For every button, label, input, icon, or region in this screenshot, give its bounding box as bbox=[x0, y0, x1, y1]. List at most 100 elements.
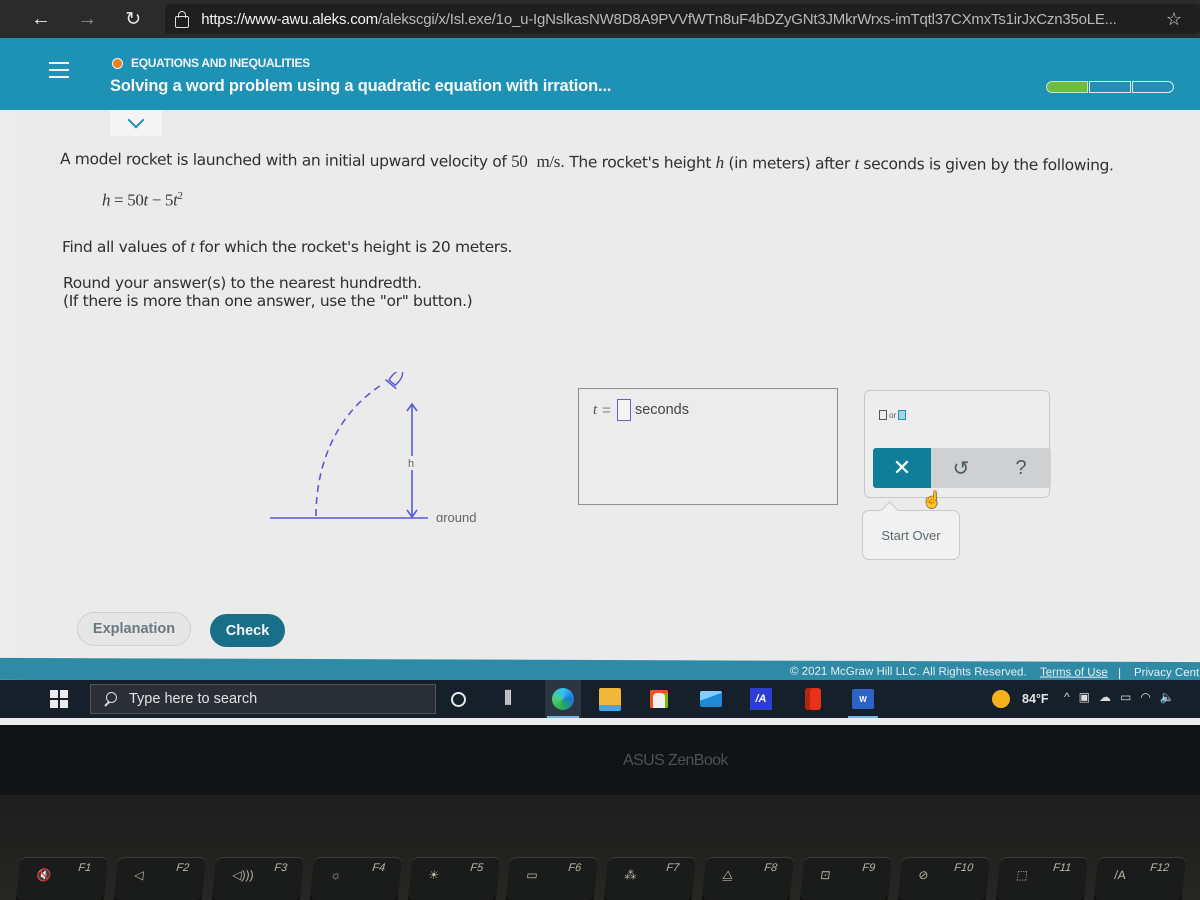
favorite-star-icon[interactable]: ☆ bbox=[1166, 9, 1182, 30]
function-key-label: F7 bbox=[665, 862, 680, 874]
progress-segment bbox=[1089, 81, 1131, 93]
function-key-glyph-icon: ▭ bbox=[525, 868, 539, 882]
office-icon[interactable] bbox=[800, 686, 826, 712]
or-button[interactable]: or bbox=[879, 410, 907, 420]
function-key-f2[interactable]: ◁ F2 bbox=[113, 858, 207, 900]
ground-label: ground bbox=[436, 510, 476, 522]
microsoft-store-icon[interactable] bbox=[646, 686, 672, 712]
aleks-header: EQUATIONS AND INEQUALITIES Solving a wor… bbox=[0, 38, 1200, 110]
app-launcher-icon[interactable] bbox=[748, 686, 774, 712]
question-panel: A model rocket is launched with an initi… bbox=[18, 110, 1200, 660]
function-key-f11[interactable]: ⬚ F11 bbox=[995, 858, 1089, 900]
trajectory-path bbox=[315, 383, 384, 517]
cortana-icon[interactable] bbox=[445, 686, 471, 712]
clear-button[interactable]: ✕ bbox=[873, 448, 931, 488]
windows-start-icon[interactable] bbox=[50, 690, 68, 708]
onedrive-icon[interactable]: ☁ bbox=[1099, 690, 1111, 704]
function-key-glyph-icon: 🔇 bbox=[35, 868, 53, 882]
terms-of-use-link[interactable]: Terms of Use bbox=[1040, 667, 1108, 679]
collapse-chevron-icon[interactable] bbox=[110, 110, 162, 136]
function-key-label: F4 bbox=[371, 862, 386, 874]
rounding-instruction: Round your answer(s) to the nearest hund… bbox=[63, 274, 422, 292]
function-key-f3[interactable]: ◁))) F3 bbox=[211, 858, 305, 900]
footer-separator: | bbox=[1118, 665, 1122, 680]
topic-title: Solving a word problem using a quadratic… bbox=[110, 77, 612, 95]
start-over-tooltip: Start Over bbox=[862, 510, 960, 560]
windows-taskbar: Type here to search ⫼ 84°F ^ ▣ ☁ ▭ ◠ 🔈 bbox=[0, 680, 1200, 718]
or-box-right-icon bbox=[898, 410, 907, 420]
refresh-icon[interactable]: ↻ bbox=[119, 4, 147, 34]
tray-meet-icon[interactable]: ▣ bbox=[1079, 690, 1090, 704]
rocket-icon bbox=[385, 372, 404, 390]
or-instruction: (If there is more than one answer, use t… bbox=[63, 292, 473, 310]
question-task: Find all values of t for which the rocke… bbox=[62, 237, 513, 256]
function-key-f7[interactable]: ⁂ F7 bbox=[603, 858, 697, 900]
function-key-glyph-icon: ☼ bbox=[329, 868, 343, 882]
function-key-glyph-icon: ⊘ bbox=[917, 868, 930, 882]
function-key-f5[interactable]: ☀ F5 bbox=[407, 858, 501, 900]
answer-area: t = seconds bbox=[578, 388, 838, 505]
forward-arrow-icon[interactable]: → bbox=[73, 4, 101, 34]
rocket-diagram: h ground bbox=[270, 372, 476, 522]
volume-icon[interactable]: 🔈 bbox=[1160, 690, 1175, 704]
action-buttons: ✕ ↺ ? bbox=[873, 448, 1051, 488]
edge-browser-icon[interactable] bbox=[545, 680, 581, 718]
help-button[interactable]: ? bbox=[991, 448, 1051, 488]
function-key-glyph-icon: ◁))) bbox=[231, 868, 255, 882]
function-key-f4[interactable]: ☼ F4 bbox=[309, 858, 403, 900]
battery-icon[interactable]: ▭ bbox=[1120, 690, 1131, 704]
address-bar[interactable]: https://www-awu.aleks.com /alekscgi/x/Is… bbox=[165, 4, 1200, 34]
topic-progress-bar bbox=[1046, 81, 1174, 93]
function-key-glyph-icon: ⬚ bbox=[1015, 868, 1029, 882]
function-key-label: F8 bbox=[763, 862, 778, 874]
check-button[interactable]: Check bbox=[210, 614, 285, 647]
weather-temperature[interactable]: 84°F bbox=[1022, 692, 1049, 706]
topic-status-dot bbox=[112, 58, 123, 69]
copyright-text: © 2021 McGraw Hill LLC. All Rights Reser… bbox=[790, 665, 1027, 679]
mail-icon[interactable] bbox=[698, 686, 724, 712]
function-key-glyph-icon: ☀ bbox=[427, 868, 440, 882]
question-prompt: A model rocket is launched with an initi… bbox=[59, 150, 1114, 175]
tray-chevron-icon[interactable]: ^ bbox=[1064, 690, 1070, 704]
explanation-button[interactable]: Explanation bbox=[77, 612, 191, 646]
weather-sun-icon[interactable] bbox=[992, 690, 1010, 708]
browser-toolbar: ← → ↻ https://www-awu.aleks.com /alekscg… bbox=[0, 0, 1200, 38]
function-key-label: F9 bbox=[861, 862, 876, 874]
height-label: h bbox=[408, 458, 414, 470]
undo-button[interactable]: ↺ bbox=[931, 448, 991, 488]
function-key-glyph-icon: ◁ bbox=[133, 868, 145, 882]
function-key-f9[interactable]: ⊡ F9 bbox=[799, 858, 893, 900]
function-key-label: F12 bbox=[1149, 862, 1170, 874]
function-key-f6[interactable]: ▭ F6 bbox=[505, 858, 599, 900]
taskbar-search-box[interactable]: Type here to search bbox=[90, 684, 436, 714]
function-key-label: F5 bbox=[469, 862, 484, 874]
file-explorer-icon[interactable] bbox=[597, 686, 623, 712]
function-key-glyph-icon: ⁂ bbox=[623, 868, 638, 882]
or-label: or bbox=[889, 410, 897, 420]
answer-variable: t bbox=[593, 401, 598, 418]
function-key-label: F6 bbox=[567, 862, 582, 874]
search-placeholder: Type here to search bbox=[129, 691, 258, 707]
function-key-f12[interactable]: /A F12 bbox=[1093, 858, 1187, 900]
task-view-icon[interactable]: ⫼ bbox=[495, 686, 521, 712]
function-key-f1[interactable]: 🔇 F1 bbox=[15, 858, 109, 900]
word-icon[interactable] bbox=[848, 686, 878, 718]
function-key-label: F1 bbox=[77, 862, 92, 874]
function-key-f8[interactable]: ⧋ F8 bbox=[701, 858, 795, 900]
system-tray: ^ ▣ ☁ ▭ ◠ 🔈 bbox=[1064, 690, 1175, 704]
privacy-center-link[interactable]: Privacy Cent bbox=[1134, 667, 1199, 679]
lock-icon bbox=[175, 11, 190, 28]
hamburger-menu-icon[interactable] bbox=[49, 62, 69, 78]
wifi-icon[interactable]: ◠ bbox=[1140, 690, 1150, 704]
function-key-label: F11 bbox=[1052, 862, 1072, 874]
back-arrow-icon[interactable]: ← bbox=[27, 4, 55, 34]
answer-input[interactable] bbox=[616, 399, 631, 421]
url-path: /alekscgi/x/Isl.exe/1o_u-IgNslkasNW8D8A9… bbox=[377, 10, 1117, 28]
function-key-f10[interactable]: ⊘ F10 bbox=[897, 858, 991, 900]
function-key-label: F2 bbox=[175, 862, 190, 874]
photo-stage: ← → ↻ https://www-awu.aleks.com /alekscg… bbox=[0, 0, 1200, 900]
equals-sign: = bbox=[602, 401, 611, 419]
math-tools-panel: or ✕ ↺ ? bbox=[864, 390, 1051, 498]
function-key-glyph-icon: ⧋ bbox=[721, 868, 734, 882]
height-equation: h = 50t − 5t2 bbox=[102, 190, 183, 210]
